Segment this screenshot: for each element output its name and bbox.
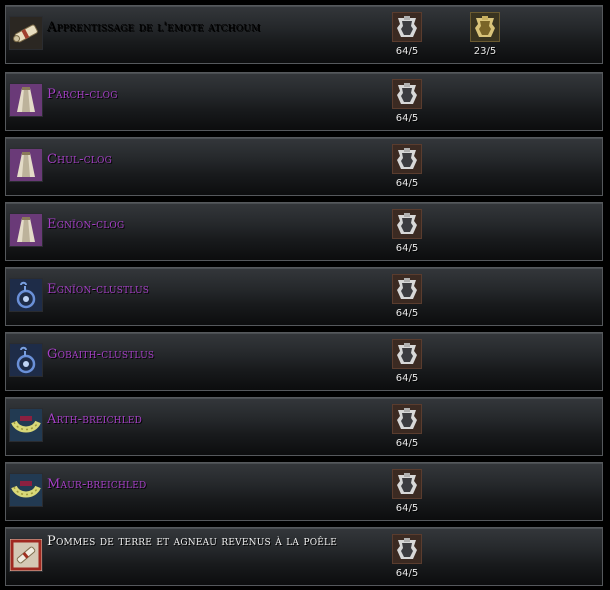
cost-slot[interactable]: 64/5	[390, 469, 424, 514]
dark-armour-token-icon	[392, 12, 422, 42]
cost-slot[interactable]: 64/5	[390, 209, 424, 254]
recipe-name: Egnïon-clog	[47, 217, 125, 232]
gold-armour-token-icon	[470, 12, 500, 42]
cost-slot[interactable]: 64/5	[390, 274, 424, 319]
bracelet-icon	[9, 473, 43, 507]
recipe-name: Arth-breichled	[47, 412, 143, 427]
earring-icon	[9, 343, 43, 377]
cost-quantity: 64/5	[395, 568, 419, 579]
recipe-row[interactable]: Pommes de terre et agneau revenus à la p…	[5, 527, 603, 586]
recipe-name: Maur-breichled	[47, 477, 147, 492]
cost-slot[interactable]: 64/5	[390, 12, 424, 57]
earring-icon	[9, 278, 43, 312]
cost-quantity: 64/5	[395, 308, 419, 319]
dark-armour-token-icon	[392, 339, 422, 369]
dark-armour-token-icon	[392, 534, 422, 564]
cost-slot[interactable]: 64/5	[390, 79, 424, 124]
recipe-row[interactable]: Egnïon-clustlus 64/5	[5, 267, 603, 326]
dark-armour-token-icon	[392, 209, 422, 239]
cloak-icon	[9, 213, 43, 247]
recipe-row[interactable]: Arth-breichled 64/5	[5, 397, 603, 456]
recipe-name: Egnïon-clustlus	[47, 282, 150, 297]
cost-quantity: 64/5	[395, 438, 419, 449]
cost-quantity: 64/5	[395, 503, 419, 514]
dark-armour-token-icon	[392, 144, 422, 174]
cloak-icon	[9, 83, 43, 117]
cost-slot[interactable]: 64/5	[390, 404, 424, 449]
recipe-name: Apprentissage de l'emote atchoum	[47, 20, 261, 35]
dark-armour-token-icon	[392, 469, 422, 499]
recipe-row[interactable]: Gobaith-clustlus 64/5	[5, 332, 603, 391]
cloak-icon	[9, 148, 43, 182]
cost-slot[interactable]: 23/5	[468, 12, 502, 57]
recipe-scroll-icon	[9, 538, 43, 572]
cost-quantity: 64/5	[395, 46, 419, 57]
cost-quantity: 64/5	[395, 373, 419, 384]
recipe-row[interactable]: Maur-breichled 64/5	[5, 462, 603, 521]
recipe-row[interactable]: Parch-clog 64/5	[5, 72, 603, 131]
recipe-name: Chul-clog	[47, 152, 112, 167]
recipe-row[interactable]: Egnïon-clog 64/5	[5, 202, 603, 261]
dark-armour-token-icon	[392, 79, 422, 109]
recipe-row[interactable]: Apprentissage de l'emote atchoum 64/5 23…	[5, 5, 603, 64]
cost-slot[interactable]: 64/5	[390, 144, 424, 189]
cost-quantity: 23/5	[473, 46, 497, 57]
recipe-name: Gobaith-clustlus	[47, 347, 155, 362]
recipe-row[interactable]: Chul-clog 64/5	[5, 137, 603, 196]
recipe-name: Parch-clog	[47, 87, 118, 102]
cost-slot[interactable]: 64/5	[390, 534, 424, 579]
cost-slot[interactable]: 64/5	[390, 339, 424, 384]
dark-armour-token-icon	[392, 274, 422, 304]
dark-armour-token-icon	[392, 404, 422, 434]
recipe-list: Apprentissage de l'emote atchoum 64/5 23…	[0, 0, 610, 590]
cost-quantity: 64/5	[395, 243, 419, 254]
scroll-icon	[9, 16, 43, 50]
recipe-name: Pommes de terre et agneau revenus à la p…	[47, 534, 337, 549]
cost-quantity: 64/5	[395, 178, 419, 189]
bracelet-icon	[9, 408, 43, 442]
cost-quantity: 64/5	[395, 113, 419, 124]
